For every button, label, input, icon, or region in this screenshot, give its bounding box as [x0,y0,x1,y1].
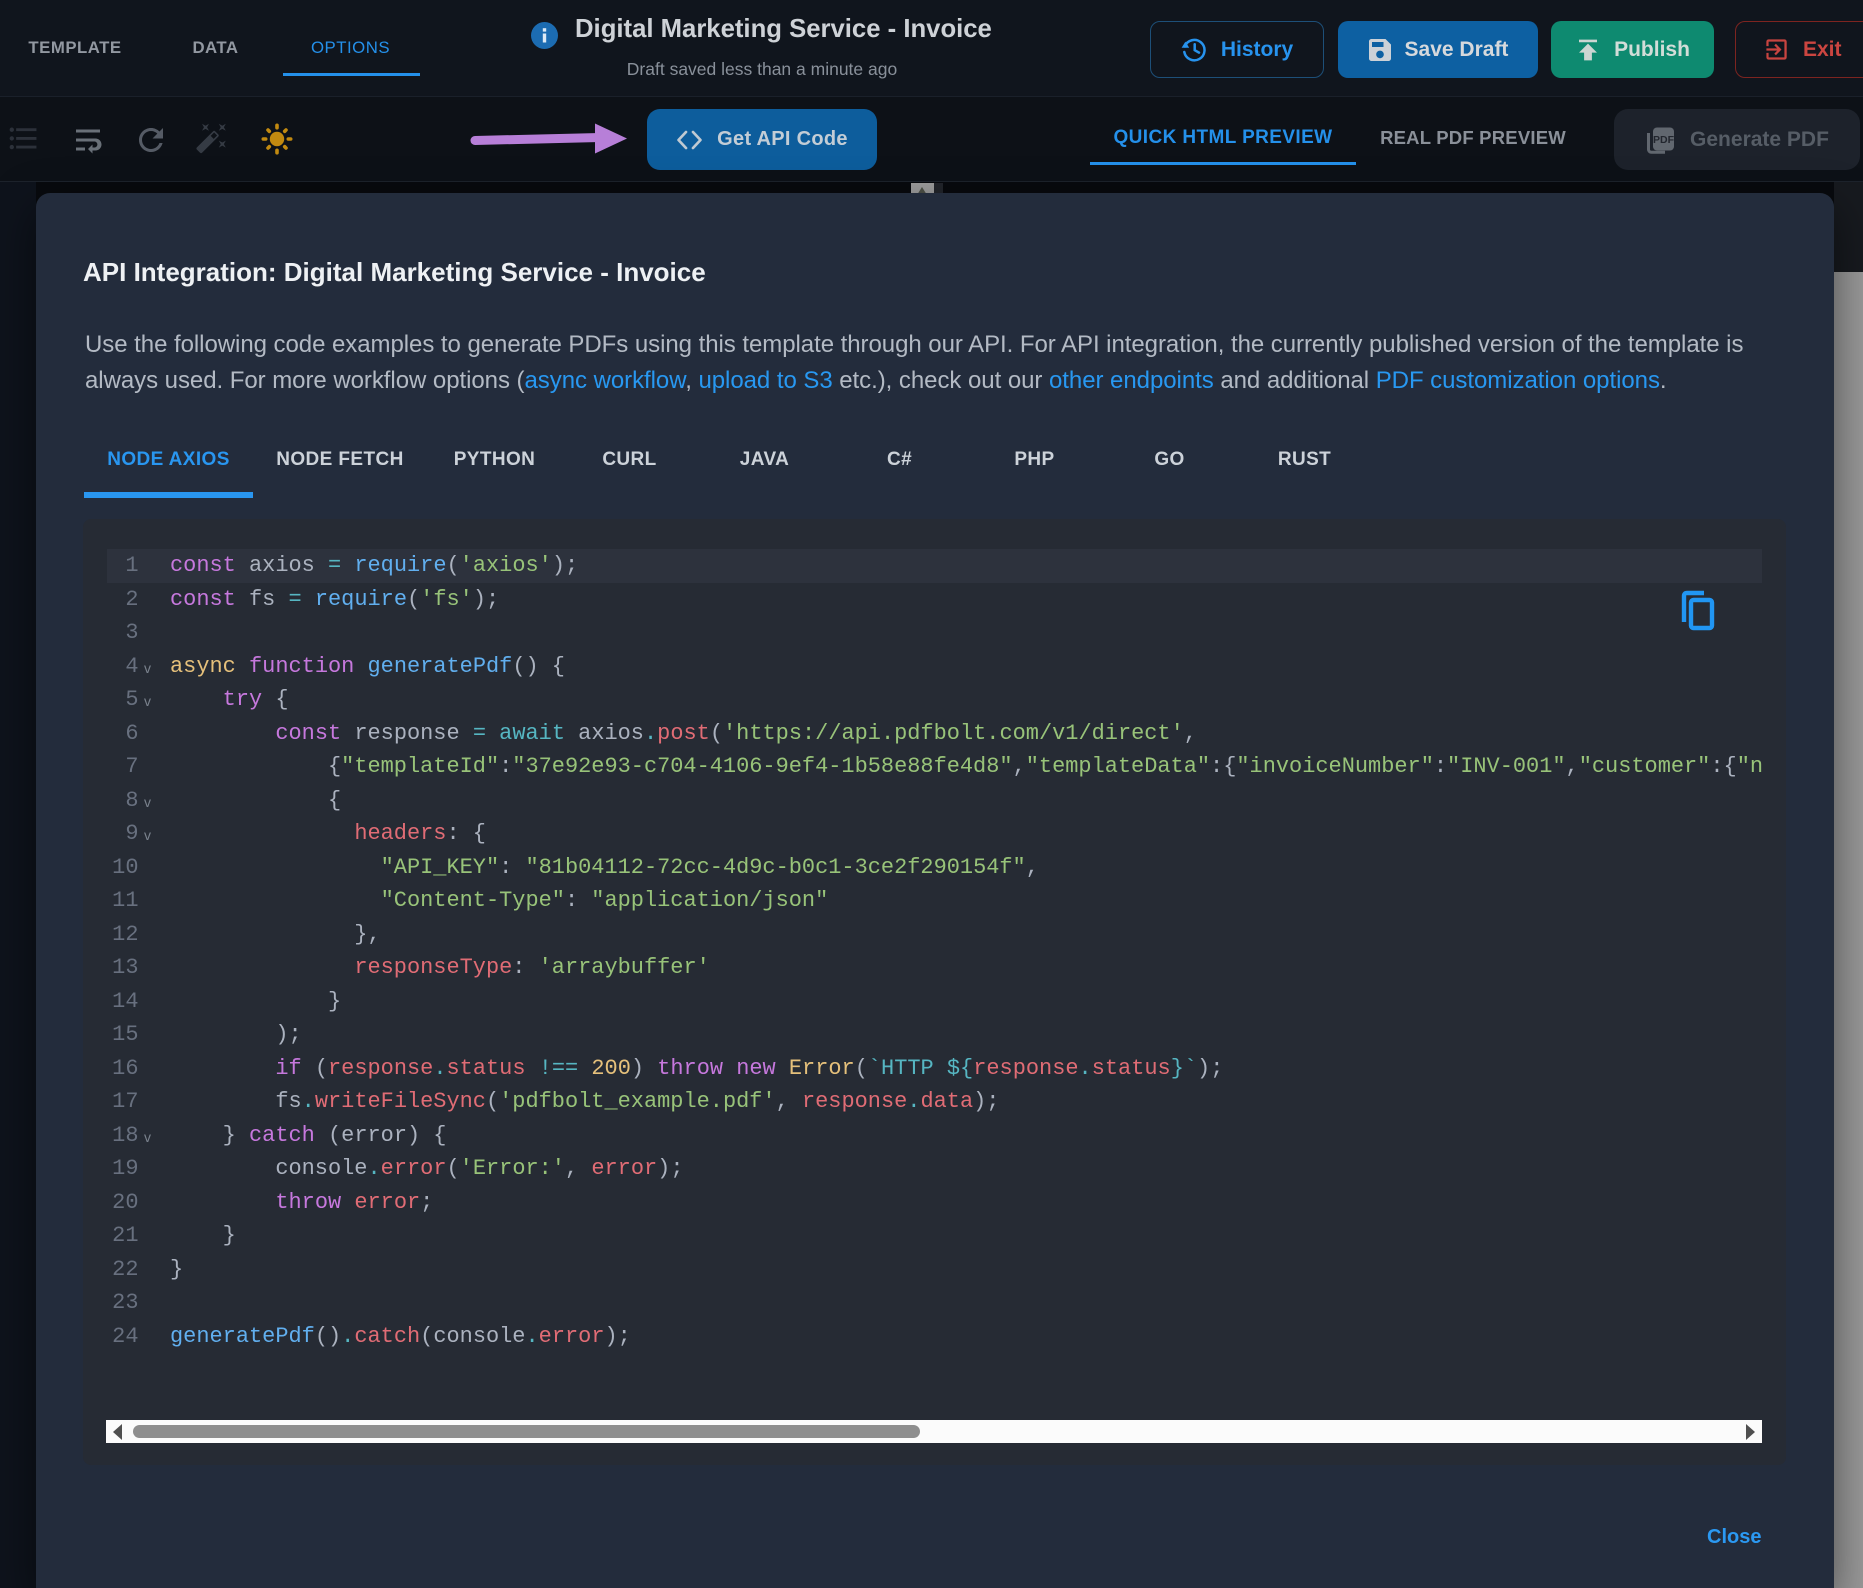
svg-text:PDF: PDF [1653,134,1675,146]
